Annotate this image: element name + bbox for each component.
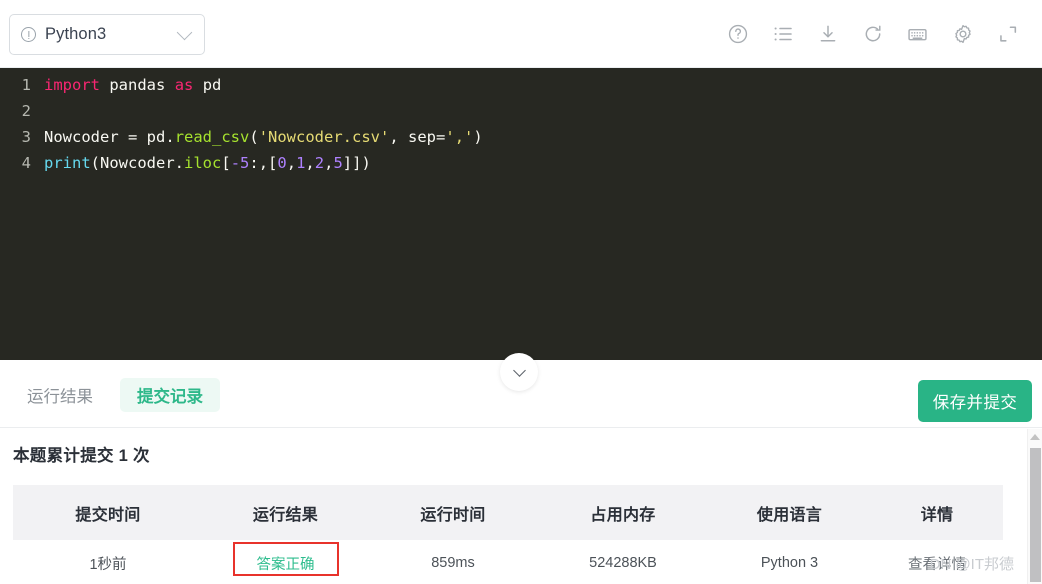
exclamation-circle-icon [21, 27, 36, 42]
code-token: import [44, 76, 100, 94]
code-line: 1 import pandas as pd [0, 72, 1042, 98]
language-select-value: Python3 [45, 25, 107, 43]
online-ide-window: Python3 1 import pandas as pd 2 3 Nowcod… [0, 0, 1042, 584]
column-header-runtime: 运行时间 [420, 506, 486, 524]
keyboard-icon[interactable] [895, 12, 940, 57]
code-content[interactable]: 1 import pandas as pd 2 3 Nowcoder = pd.read… [0, 68, 1042, 176]
code-token: pd [202, 76, 222, 94]
code-token: . [165, 128, 175, 146]
code-token: - [230, 154, 241, 172]
gear-icon[interactable] [940, 12, 985, 57]
cell-detail: 查看详情 [871, 540, 1003, 584]
table-header-row: 提交时间 运行结果 运行时间 占用内存 使用语言 详情 [13, 485, 1003, 540]
editor-toolbar [715, 0, 1030, 68]
submissions-table-head: 提交时间 运行结果 运行时间 占用内存 使用语言 详情 [13, 485, 1003, 540]
cell-runtime: 859ms [431, 555, 475, 571]
code-token: 2 [314, 154, 325, 172]
help-icon[interactable] [715, 12, 760, 57]
code-token: pandas [109, 76, 166, 94]
editor-header: Python3 [0, 0, 1042, 68]
code-token: Nowcoder [100, 154, 175, 172]
refresh-icon[interactable] [850, 12, 895, 57]
code-token: = [436, 128, 446, 146]
table-row: 1秒前 答案正确 859ms 524288KB Python 3 查看详情 [13, 540, 1003, 584]
chevron-down-icon [512, 363, 526, 377]
list-icon[interactable] [760, 12, 805, 57]
code-token: as [174, 76, 194, 94]
code-token: iloc [184, 154, 222, 172]
collapse-editor-button[interactable] [500, 353, 538, 391]
cell-memory: 524288KB [589, 555, 657, 571]
code-token: ]]) [342, 154, 371, 172]
tab-submission-record[interactable]: 提交记录 [120, 378, 220, 412]
view-detail-link[interactable]: 查看详情 [908, 557, 966, 573]
code-line: 3 Nowcoder = pd.read_csv('Nowcoder.csv', … [0, 124, 1042, 150]
line-number: 4 [21, 154, 31, 172]
code-token: , [389, 128, 409, 146]
column-header-result: 运行结果 [252, 506, 319, 524]
column-header-submit-time: 提交时间 [75, 506, 141, 524]
cell-submit-time: 1秒前 [89, 556, 127, 573]
column-header-language: 使用语言 [756, 506, 823, 524]
code-token: , [305, 154, 315, 172]
line-number: 3 [21, 128, 31, 146]
code-token: print [44, 154, 91, 172]
code-token: ',' [445, 128, 474, 146]
code-line: 4 print(Nowcoder.iloc[-5:,[0,1,2,5]]) [0, 150, 1042, 176]
expand-icon[interactable] [985, 12, 1030, 57]
save-and-submit-button[interactable]: 保存并提交 [918, 380, 1032, 422]
column-header-memory: 占用内存 [590, 506, 656, 524]
tab-run-result[interactable]: 运行结果 [22, 378, 98, 412]
code-token: . [174, 154, 185, 172]
code-token: 'Nowcoder.csv' [258, 128, 390, 146]
status-badge: 答案正确 [256, 556, 315, 573]
cell-language: Python 3 [760, 555, 819, 571]
code-token: Nowcoder [44, 128, 128, 146]
code-token: 1 [296, 154, 306, 172]
submissions-table-body: 1秒前 答案正确 859ms 524288KB Python 3 查看详情 [13, 540, 1003, 584]
chevron-down-icon [176, 24, 193, 40]
column-header-detail: 详情 [920, 506, 954, 524]
code-token: , [286, 154, 297, 172]
code-token: ( [90, 154, 101, 172]
download-icon[interactable] [805, 12, 850, 57]
submissions-table: 提交时间 运行结果 运行时间 占用内存 使用语言 详情 1秒前 答案正确 859… [13, 485, 1003, 584]
code-token: 5 [240, 154, 250, 172]
code-editor[interactable]: 1 import pandas as pd 2 3 Nowcoder = pd.read… [0, 68, 1042, 360]
code-token: [ [221, 154, 231, 172]
code-token: ( [249, 128, 259, 146]
scrollbar-thumb[interactable] [1030, 448, 1041, 582]
code-token: pd [146, 128, 166, 146]
line-number: 2 [21, 102, 31, 120]
cell-result: 答案正确 [203, 540, 368, 584]
code-token: read_csv [174, 128, 250, 146]
submission-record-panel: 本题累计提交 1 次 提交时间 运行结果 运行时间 占用内存 使用语言 详情 1… [0, 429, 1042, 584]
code-token: :,[ [249, 154, 278, 172]
submission-count-title: 本题累计提交 1 次 [13, 447, 150, 465]
code-token: 0 [277, 154, 287, 172]
vertical-scrollbar[interactable] [1027, 429, 1042, 584]
code-token: sep [408, 128, 437, 146]
triangle-up-icon[interactable] [1030, 434, 1040, 440]
code-line: 2 [0, 98, 1042, 124]
code-token: = [128, 128, 147, 146]
line-number: 1 [21, 76, 31, 94]
code-token: ) [473, 128, 483, 146]
code-token: 5 [333, 154, 343, 172]
language-select[interactable]: Python3 [9, 14, 205, 55]
